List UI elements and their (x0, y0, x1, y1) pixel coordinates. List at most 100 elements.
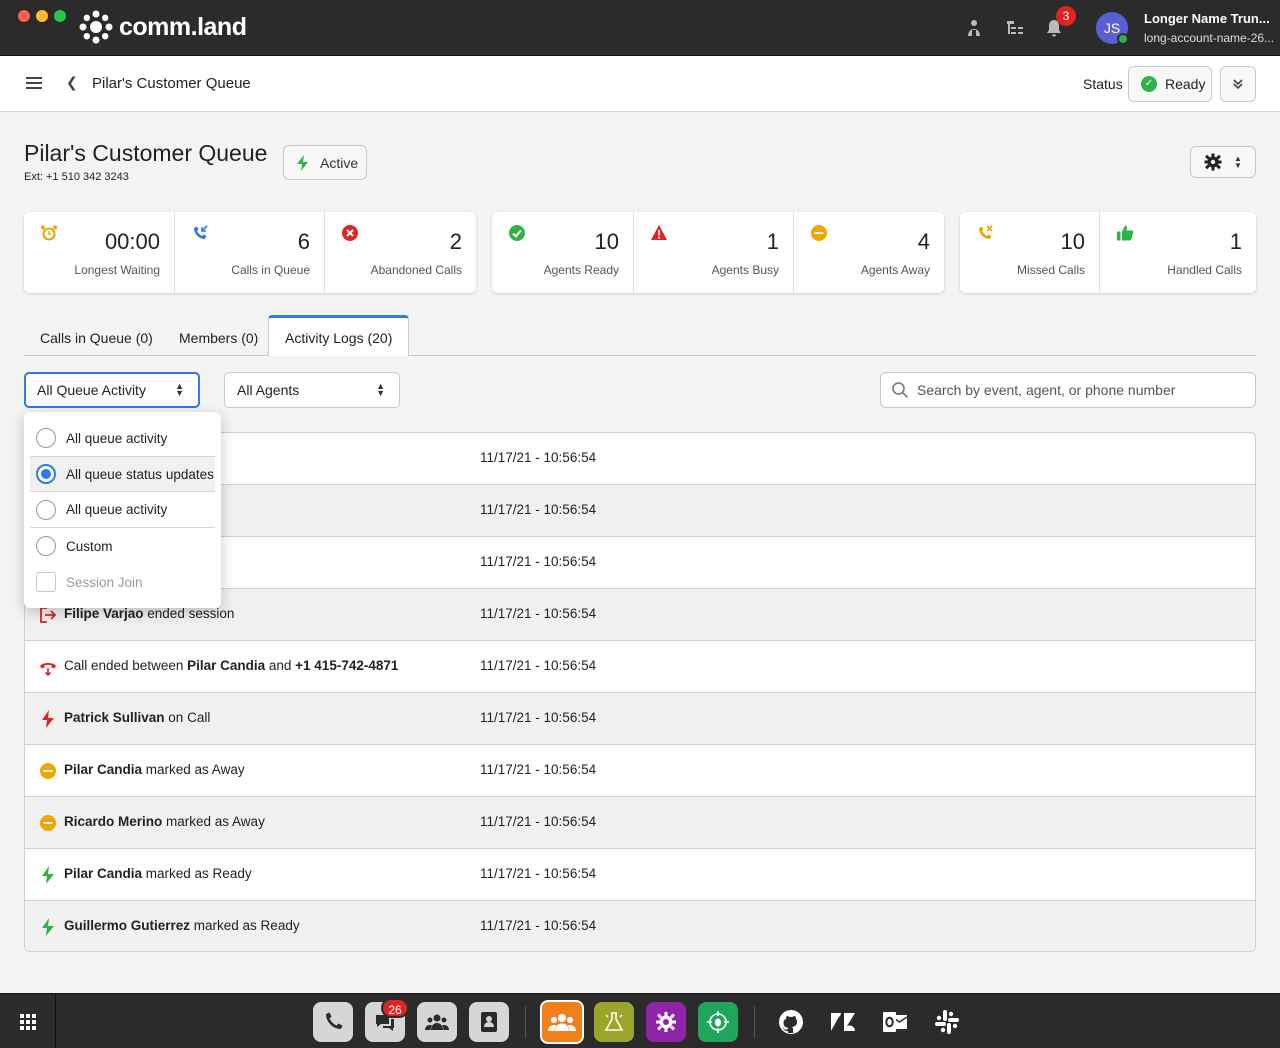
phone-app-icon[interactable] (313, 1002, 353, 1042)
log-timestamp: 11/17/21 - 10:56:54 (480, 866, 597, 881)
select-arrows-icon: ▲ ▼ (175, 381, 184, 398)
search-field[interactable] (880, 372, 1256, 408)
debug-app-icon[interactable] (698, 1002, 738, 1042)
radio-button-selected[interactable] (36, 464, 56, 484)
close-window-button[interactable] (18, 10, 30, 22)
log-event-text: Guillermo Gutierrez marked as Ready (64, 918, 300, 933)
contacts-app-icon[interactable] (469, 1002, 509, 1042)
minimize-window-button[interactable] (36, 10, 48, 22)
slack-icon[interactable] (933, 1008, 961, 1036)
radio-button[interactable] (36, 428, 56, 448)
dock-separator (754, 1006, 755, 1038)
tab-activity-logs[interactable]: Activity Logs (20) (268, 315, 410, 356)
back-chevron-icon[interactable]: ❮ (66, 74, 78, 91)
stat-agents-away: 4 Agents Away (794, 212, 944, 293)
log-row: Ricardo Merino marked as Away 11/17/21 - … (25, 797, 1255, 849)
log-agent-name: Pilar Candia (187, 658, 266, 673)
log-timestamp: 11/17/21 - 10:56:54 (480, 918, 597, 933)
log-timestamp: 11/17/21 - 10:56:54 (480, 762, 597, 777)
log-event-text: Call ended between Pilar Candia and +1 4… (64, 658, 398, 673)
log-text-post: marked as Ready (142, 866, 252, 881)
checkbox (36, 572, 56, 592)
minus-circle-icon (811, 225, 827, 241)
stat-missed-calls: 10 Missed Calls (960, 212, 1100, 293)
stat-label: Longest Waiting (74, 263, 160, 277)
page-title: Pilar's Customer Queue (24, 140, 268, 166)
stat-agents-ready: 10 Agents Ready (492, 212, 634, 293)
lab-app-icon[interactable] (594, 1002, 634, 1042)
hierarchy-icon[interactable] (1003, 16, 1027, 40)
dropdown-option-all-queue-status-updates[interactable]: All queue status updates (30, 456, 215, 492)
queue-extension: Ext: +1 510 342 3243 (24, 171, 129, 183)
agent-stats-group: 10 Agents Ready 1 Agents Busy 4 Agents A… (492, 212, 944, 293)
teams-app-icon[interactable] (417, 1002, 457, 1042)
log-event-text: Ricardo Merino marked as Away (64, 814, 265, 829)
activity-filter-select[interactable]: All Queue Activity ▲ ▼ (24, 372, 200, 408)
dropdown-option-custom[interactable]: Custom (30, 528, 215, 564)
dropdown-option-all-queue-activity-2[interactable]: All queue activity (30, 492, 215, 528)
warning-triangle-icon (651, 225, 667, 240)
log-text-pre: Call ended between (64, 658, 188, 673)
log-text-post: ended session (143, 606, 235, 621)
search-input[interactable] (917, 382, 1237, 398)
option-label: Session Join (66, 574, 143, 590)
agents-filter-value: All Agents (237, 382, 300, 398)
menu-icon[interactable] (26, 77, 42, 89)
stat-value: 10 (1060, 229, 1085, 254)
dropdown-option-session-join: Session Join (30, 564, 215, 600)
queues-app-icon[interactable] (540, 1000, 584, 1044)
log-timestamp: 11/17/21 - 10:56:54 (480, 658, 597, 673)
stat-value: 00:00 (104, 229, 160, 254)
sub-header: ❮ Pilar's Customer Queue Status ✓ Ready (0, 56, 1280, 112)
lightning-icon (297, 154, 308, 171)
log-timestamp: 11/17/21 - 10:56:54 (480, 554, 597, 569)
user-online-status (1117, 33, 1129, 45)
dropdown-option-all-queue-activity[interactable]: All queue activity (30, 420, 215, 456)
away-icon (39, 814, 57, 832)
user-account[interactable]: long-account-name-26... (1144, 31, 1274, 45)
call-ended-icon (39, 658, 57, 676)
activity-filter-value: All Queue Activity (37, 382, 146, 398)
outlook-icon[interactable] (881, 1008, 909, 1036)
missed-call-icon (979, 225, 993, 239)
stat-value: 6 (297, 229, 310, 254)
agents-icon[interactable] (962, 16, 986, 40)
status-ready-button[interactable]: ✓ Ready (1128, 66, 1212, 102)
select-arrows-icon: ▲ ▼ (376, 381, 385, 398)
option-label: Custom (66, 538, 113, 554)
radio-button[interactable] (36, 536, 56, 556)
queue-active-button[interactable]: Active (283, 145, 367, 180)
log-event-text: Filipe Varjao ended session (64, 606, 234, 621)
lightning-green-icon (39, 918, 57, 936)
tab-calls-in-queue[interactable]: Calls in Queue (0) (24, 315, 169, 356)
activity-filter-dropdown: All queue activity All queue status upda… (24, 412, 221, 608)
tab-members[interactable]: Members (0) (163, 315, 274, 356)
log-agent-name: Pilar Candia (64, 762, 143, 777)
search-icon (892, 382, 909, 399)
stat-agents-busy: 1 Agents Busy (634, 212, 794, 293)
settings-app-icon[interactable] (646, 1002, 686, 1042)
radio-button[interactable] (36, 499, 56, 520)
zoom-window-button[interactable] (54, 10, 66, 22)
stat-value: 4 (917, 229, 930, 254)
stat-value: 1 (1229, 229, 1242, 254)
log-row: Call ended between Pilar Candia and +1 4… (25, 641, 1255, 693)
call-stats-group: 10 Missed Calls 1 Handled Calls (960, 212, 1256, 293)
log-agent-name: Filipe Varjao (64, 606, 144, 621)
chevron-double-down-icon[interactable] (1220, 66, 1256, 102)
sort-arrows-icon: ▲ ▼ (1234, 154, 1242, 170)
app-grid-icon[interactable] (0, 994, 56, 1048)
stat-value: 1 (766, 229, 779, 254)
stat-handled-calls: 1 Handled Calls (1100, 212, 1256, 293)
title-bar: comm.land 3 JS Longer Name Trun... long-… (0, 0, 1280, 56)
agents-filter-select[interactable]: All Agents ▲ ▼ (224, 372, 400, 408)
zendesk-icon[interactable] (829, 1008, 857, 1036)
stat-label: Handled Calls (1167, 263, 1242, 277)
settings-menu-button[interactable]: ▲ ▼ (1190, 146, 1256, 178)
user-name[interactable]: Longer Name Trun... (1144, 11, 1270, 26)
stat-label: Agents Ready (543, 263, 619, 277)
status-label: Status (1083, 76, 1123, 92)
log-row: Patrick Sullivan on Call 11/17/21 - 10:56… (25, 693, 1255, 745)
github-icon[interactable] (777, 1008, 805, 1036)
notification-badge: 3 (1056, 6, 1076, 26)
